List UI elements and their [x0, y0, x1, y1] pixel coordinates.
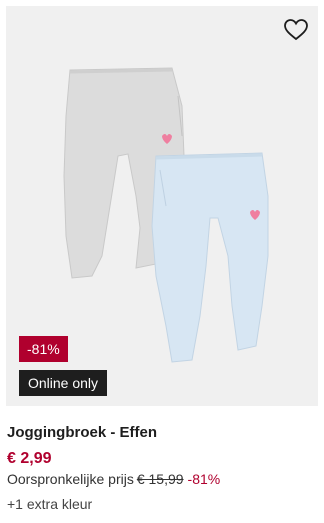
- heart-outline-icon: [284, 19, 308, 41]
- discount-badge: -81%: [19, 336, 68, 362]
- extra-colors-link[interactable]: +1 extra kleur: [7, 496, 92, 512]
- product-title[interactable]: Joggingbroek - Effen: [7, 424, 157, 441]
- original-price-row: Oorspronkelijke prijs € 15,99 -81%: [7, 471, 220, 487]
- original-price: € 15,99: [136, 471, 184, 487]
- online-only-badge: Online only: [19, 370, 108, 396]
- blue-pants-image: [151, 152, 269, 363]
- discount-percentage: -81%: [187, 471, 221, 487]
- product-card[interactable]: -81% Online only Joggingbroek - Effen € …: [0, 0, 324, 523]
- current-price: € 2,99: [7, 450, 52, 467]
- original-price-label: Oorspronkelijke prijs: [7, 471, 134, 487]
- wishlist-button[interactable]: [282, 16, 310, 44]
- product-image-area[interactable]: -81% Online only: [6, 6, 318, 406]
